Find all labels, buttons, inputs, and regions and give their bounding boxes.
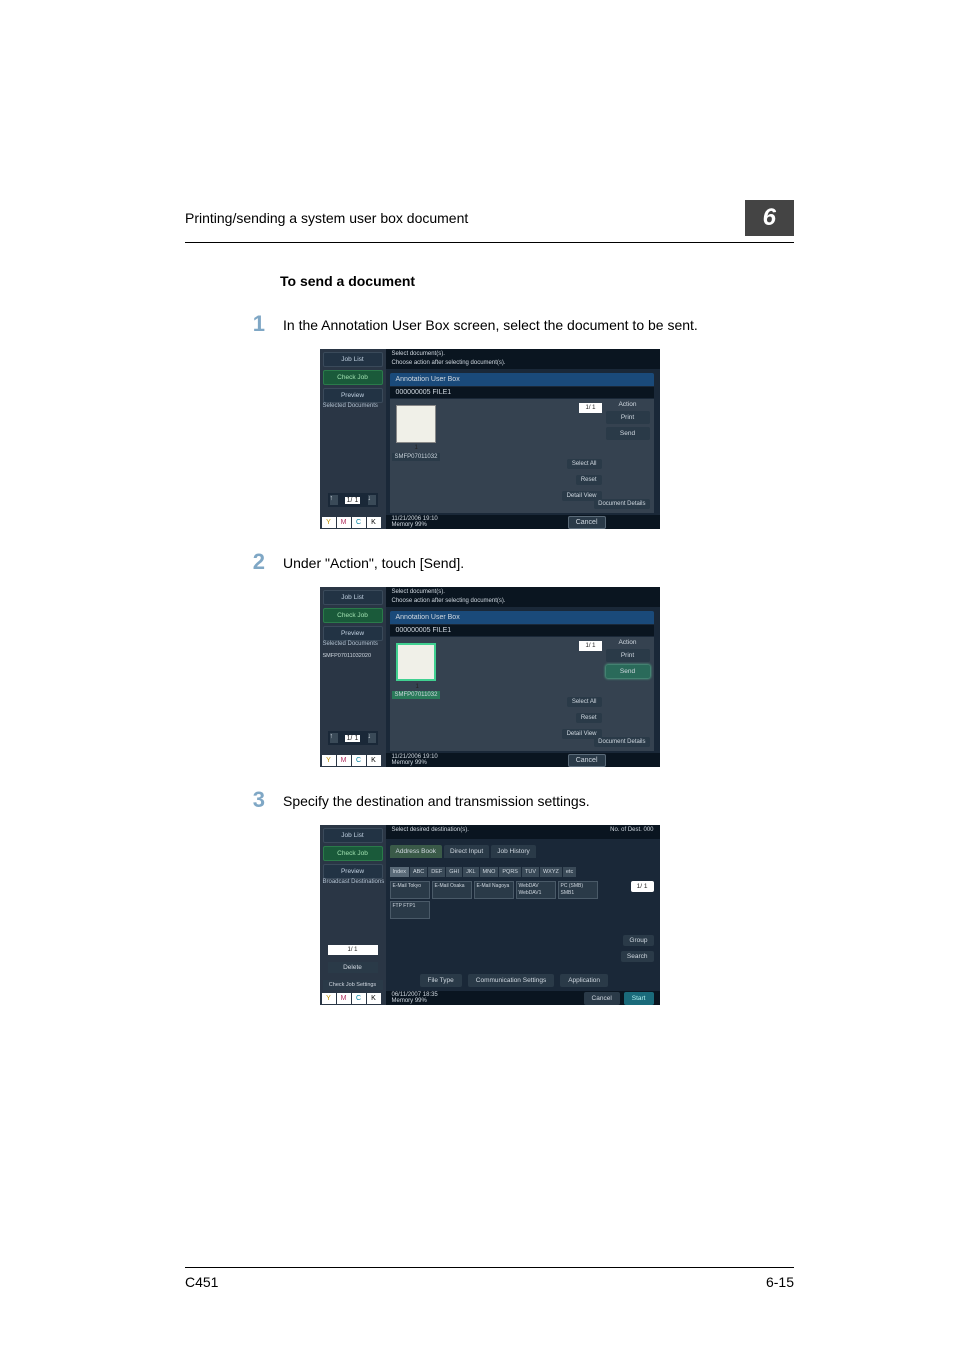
reset-button[interactable]: Reset — [576, 713, 602, 723]
selected-documents-label: Selected Documents — [323, 403, 378, 409]
application-button[interactable]: Application — [560, 974, 608, 987]
check-job-button[interactable]: Check Job — [323, 370, 383, 385]
print-button[interactable]: Print — [606, 411, 650, 424]
tab-job-history[interactable]: Job History — [491, 845, 536, 858]
screenshot-2: Job List Check Job Preview Selected Docu… — [320, 587, 660, 767]
preview-button[interactable]: Preview — [323, 626, 383, 641]
step-text: Specify the destination and transmission… — [283, 789, 590, 811]
box-id: 000000005 FILE1 — [390, 625, 654, 636]
toner-icons: Y M C K — [322, 755, 384, 766]
delete-button[interactable]: Delete — [328, 962, 378, 973]
tab-direct-input[interactable]: Direct Input — [444, 845, 489, 858]
reset-button[interactable]: Reset — [576, 475, 602, 485]
file-type-button[interactable]: File Type — [420, 974, 462, 987]
step-number: 2 — [185, 551, 265, 573]
alpha-abc[interactable]: ABC — [410, 867, 427, 877]
screenshot-1: Job List Check Job Preview Selected Docu… — [320, 349, 660, 529]
dest-smb[interactable]: PC (SMB) SMB1 — [558, 881, 598, 899]
action-label: Action — [606, 639, 650, 646]
pager: 1/ 1 — [579, 403, 601, 413]
memory-label: Memory 99% — [392, 522, 427, 528]
alpha-tuv[interactable]: TUV — [522, 867, 539, 877]
comm-settings-button[interactable]: Communication Settings — [468, 974, 554, 987]
document-name: SMFP07011032 — [392, 691, 441, 699]
screenshot-3: Job List Check Job Preview Broadcast Des… — [320, 825, 660, 1005]
dest-email-nagoya[interactable]: E-Mail Nagoya — [474, 881, 514, 899]
alpha-index[interactable]: Index — [390, 867, 409, 877]
dest-pager: 1/ 1 — [328, 945, 378, 955]
send-button-highlighted[interactable]: Send — [606, 665, 650, 678]
section-heading: To send a document — [280, 273, 794, 289]
instruction-bar: Select document(s). Choose action after … — [386, 587, 660, 607]
header-rule — [185, 242, 794, 243]
footer-model: C451 — [185, 1274, 218, 1290]
print-button[interactable]: Print — [606, 649, 650, 662]
alpha-wxyz[interactable]: WXYZ — [540, 867, 562, 877]
document-details-button[interactable]: Document Details — [594, 737, 649, 747]
cancel-button[interactable]: Cancel — [568, 516, 606, 529]
select-all-button[interactable]: Select All — [567, 697, 602, 707]
search-button[interactable]: Search — [621, 951, 654, 962]
memory-label: Memory 99% — [392, 998, 427, 1004]
document-thumbnail-selected[interactable] — [396, 643, 436, 681]
document-details-button[interactable]: Document Details — [594, 499, 649, 509]
preview-button[interactable]: Preview — [323, 388, 383, 403]
footer-page: 6-15 — [766, 1274, 794, 1290]
left-pager[interactable]: ↑ 1/ 1 ↓ — [328, 731, 378, 745]
check-job-button[interactable]: Check Job — [323, 608, 383, 623]
box-id: 000000005 FILE1 — [390, 387, 654, 398]
selected-doc-name: SMFP07011032020 — [323, 653, 372, 659]
box-title: Annotation User Box — [390, 373, 654, 386]
step-text: In the Annotation User Box screen, selec… — [283, 313, 698, 335]
step-number: 1 — [185, 313, 265, 335]
alpha-etc[interactable]: etc — [563, 867, 576, 877]
broadcast-dest-label: Broadcast Destinations — [323, 879, 385, 885]
box-title: Annotation User Box — [390, 611, 654, 624]
group-button[interactable]: Group — [623, 935, 653, 946]
alpha-jkl[interactable]: JKL — [463, 867, 478, 877]
alpha-def[interactable]: DEF — [428, 867, 445, 877]
instruction-bar: Select document(s). Choose action after … — [386, 349, 660, 369]
toner-icons: Y M C K — [322, 993, 384, 1004]
alpha-pqrs[interactable]: PQRS — [499, 867, 521, 877]
cancel-button[interactable]: Cancel — [568, 754, 606, 767]
chapter-number: 6 — [745, 200, 794, 236]
dest-email-tokyo[interactable]: E-Mail Tokyo — [390, 881, 430, 899]
step-number: 3 — [185, 789, 265, 811]
instruction-text: Select desired destination(s). — [392, 827, 469, 837]
dest-email-osaka[interactable]: E-Mail Osaka — [432, 881, 472, 899]
memory-label: Memory 99% — [392, 760, 427, 766]
preview-button[interactable]: Preview — [323, 864, 383, 879]
select-all-button[interactable]: Select All — [567, 459, 602, 469]
action-label: Action — [606, 401, 650, 408]
job-list-button[interactable]: Job List — [323, 828, 383, 843]
cancel-button[interactable]: Cancel — [584, 992, 620, 1005]
alpha-ghi[interactable]: GHI — [446, 867, 462, 877]
check-job-settings-button[interactable]: Check Job Settings — [323, 980, 383, 990]
document-thumbnail[interactable] — [396, 405, 436, 443]
dest-ftp[interactable]: FTP FTP1 — [390, 901, 430, 919]
pager: 1/ 1 — [579, 641, 601, 651]
start-button[interactable]: Start — [624, 992, 654, 1005]
step-text: Under "Action", touch [Send]. — [283, 551, 464, 573]
check-job-button[interactable]: Check Job — [323, 846, 383, 861]
left-pager[interactable]: ↑ 1/ 1 ↓ — [328, 493, 378, 507]
dest-webdav[interactable]: WebDAV WebDAV1 — [516, 881, 556, 899]
alpha-mno[interactable]: MNO — [480, 867, 499, 877]
send-button[interactable]: Send — [606, 427, 650, 440]
tab-address-book[interactable]: Address Book — [390, 845, 442, 858]
document-name: SMFP07011032 — [392, 453, 441, 461]
job-list-button[interactable]: Job List — [323, 352, 383, 367]
running-header: Printing/sending a system user box docum… — [185, 210, 468, 226]
job-list-button[interactable]: Job List — [323, 590, 383, 605]
toner-icons: Y M C K — [322, 517, 384, 528]
dest-area-pager: 1/ 1 — [631, 881, 654, 892]
dest-count: No. of Dest. 000 — [610, 827, 653, 837]
selected-documents-label: Selected Documents — [323, 641, 378, 647]
